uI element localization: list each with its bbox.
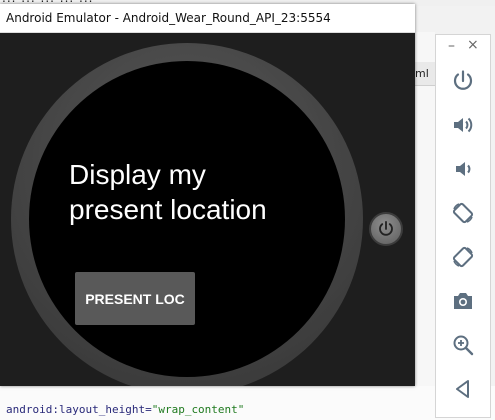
rotate-left-button[interactable] <box>447 197 479 229</box>
power-icon <box>453 70 473 90</box>
camera-icon <box>454 293 472 309</box>
ide-code-line: android:layout_height="wrap_content" <box>6 403 244 416</box>
volume-up-button[interactable] <box>447 109 479 141</box>
minimize-button[interactable]: – <box>448 38 455 54</box>
zoom-button[interactable] <box>447 329 479 361</box>
emulator-window: Android Emulator - Android_Wear_Round_AP… <box>0 4 415 386</box>
location-prompt-text: Display my present location <box>69 157 267 227</box>
power-icon <box>379 220 393 236</box>
volume-down-button[interactable] <box>447 153 479 185</box>
ide-background-panel <box>415 32 435 420</box>
zoom-icon <box>453 335 474 356</box>
emulator-titlebar[interactable]: Android Emulator - Android_Wear_Round_AP… <box>0 4 415 33</box>
close-button[interactable]: × <box>467 37 479 53</box>
volume-up-icon <box>454 117 473 133</box>
back-button[interactable] <box>447 373 479 405</box>
rotate-right-icon <box>452 246 474 268</box>
prompt-line-2: present location <box>69 194 267 225</box>
code-value: "wrap_content" <box>151 403 245 416</box>
present-location-button[interactable]: PRESENT LOC <box>75 272 195 325</box>
ide-tab-label: ml <box>415 67 429 80</box>
rotate-right-button[interactable] <box>447 241 479 273</box>
emulator-display-area: Display my present location PRESENT LOC <box>0 33 415 386</box>
rotate-left-icon <box>452 202 474 224</box>
volume-down-icon <box>456 162 471 176</box>
watch-side-power-button[interactable] <box>369 212 403 246</box>
toolbar-window-controls: – × <box>436 35 490 59</box>
power-button[interactable] <box>447 65 479 97</box>
emulator-toolbar: – × <box>435 34 491 418</box>
code-attribute: android:layout_height= <box>6 403 152 416</box>
emulator-title: Android Emulator - Android_Wear_Round_AP… <box>6 11 331 25</box>
watch-screen[interactable]: Display my present location PRESENT LOC <box>29 61 345 377</box>
back-icon <box>456 380 469 398</box>
screenshot-button[interactable] <box>447 285 479 317</box>
prompt-line-1: Display my <box>69 159 206 190</box>
watch-bezel: Display my present location PRESENT LOC <box>11 43 363 386</box>
